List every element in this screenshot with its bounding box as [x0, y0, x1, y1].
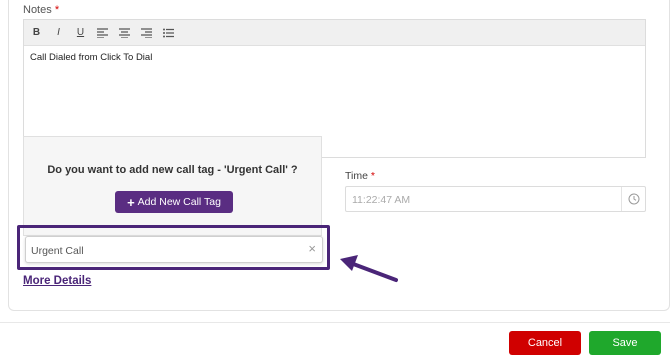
notes-content[interactable]: Call Dialed from Click To Dial: [24, 46, 645, 69]
call-tag-input[interactable]: Urgent Call ×: [25, 236, 323, 263]
clock-icon[interactable]: [621, 187, 645, 211]
save-button[interactable]: Save: [589, 331, 661, 355]
time-input[interactable]: 11:22:47 AM: [345, 186, 646, 212]
bullet-list-icon: [163, 28, 174, 37]
more-details-link[interactable]: More Details: [23, 275, 91, 287]
popover-question: Do you want to add new call tag - 'Urgen…: [47, 164, 298, 176]
align-center-icon: [119, 27, 130, 38]
align-center-button[interactable]: [118, 26, 131, 40]
clear-icon[interactable]: ×: [308, 241, 316, 256]
add-call-tag-popover: Do you want to add new call tag - 'Urgen…: [23, 136, 322, 236]
required-asterisk: *: [370, 170, 375, 182]
time-label-text: Time: [345, 170, 368, 182]
editor-toolbar: B I U: [24, 20, 645, 46]
align-right-icon: [141, 27, 152, 38]
required-asterisk: *: [54, 4, 60, 16]
notes-label-text: Notes: [23, 4, 52, 16]
align-left-icon: [97, 27, 108, 38]
cancel-button[interactable]: Cancel: [509, 331, 581, 355]
add-new-call-tag-button[interactable]: + Add New Call Tag: [115, 191, 233, 213]
align-right-button[interactable]: [140, 26, 153, 40]
time-label: Time *: [345, 170, 375, 182]
plus-icon: +: [127, 194, 135, 210]
notes-label: Notes *: [23, 4, 59, 16]
add-new-call-tag-label: Add New Call Tag: [137, 196, 221, 208]
underline-button[interactable]: U: [74, 26, 87, 40]
pointer-arrow-icon: [340, 255, 398, 282]
footer-divider: [0, 322, 670, 323]
call-tag-value: Urgent Call: [31, 245, 84, 257]
bold-button[interactable]: B: [30, 26, 43, 40]
align-left-button[interactable]: [96, 26, 109, 40]
bullet-list-button[interactable]: [162, 26, 175, 40]
time-value: 11:22:47 AM: [352, 194, 411, 206]
italic-button[interactable]: I: [52, 26, 65, 40]
